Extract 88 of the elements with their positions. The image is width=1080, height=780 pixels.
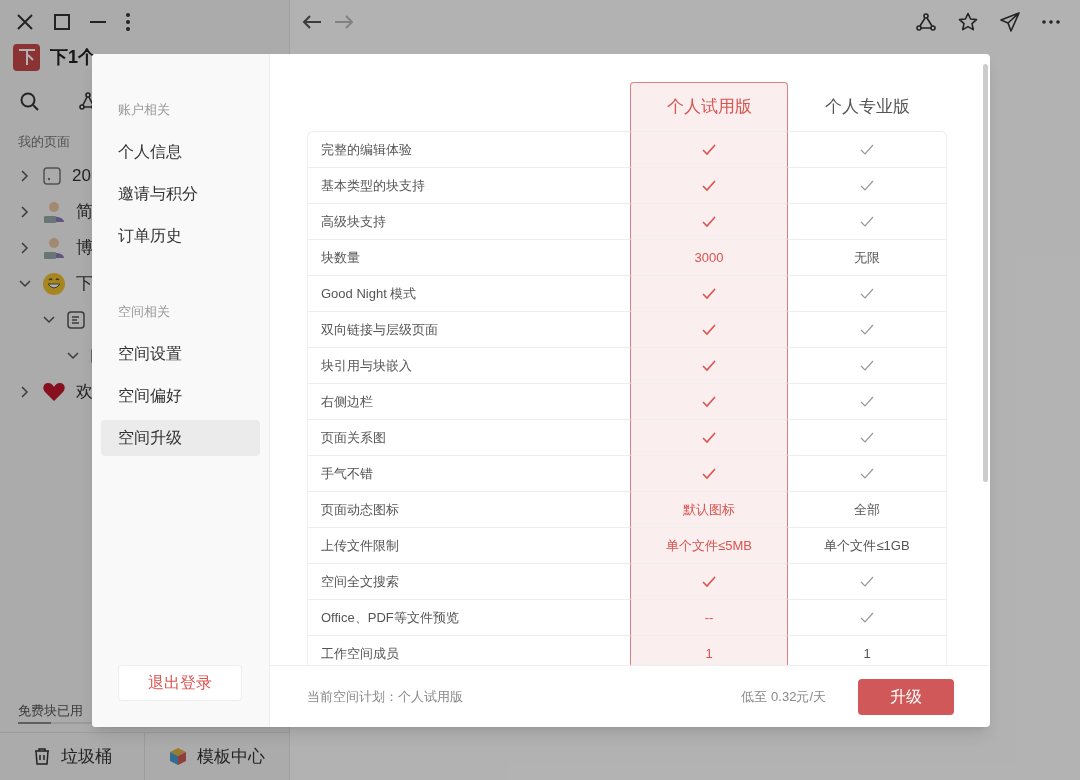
feature-cell: 空间全文搜索 (307, 563, 630, 599)
nav-item[interactable]: 邀请与积分 (101, 176, 260, 212)
feature-cell: 双向链接与层级页面 (307, 311, 630, 347)
cell-value: 单个文件≤5MB (666, 536, 752, 555)
send-icon[interactable] (1000, 12, 1020, 32)
feature-cell: 工作空间成员 (307, 635, 630, 665)
check-icon (702, 215, 716, 228)
check-icon (860, 143, 874, 156)
nav-group-title: 空间相关 (118, 303, 171, 321)
nav-item[interactable]: 空间设置 (101, 336, 260, 372)
check-icon (860, 467, 874, 480)
heart-icon (42, 380, 66, 404)
more-icon[interactable] (126, 13, 130, 31)
cell-value: -- (704, 608, 714, 627)
person-laptop-icon (42, 200, 66, 224)
document-icon (66, 310, 86, 330)
feature-cell: 基本类型的块支持 (307, 167, 630, 203)
check-icon (860, 359, 874, 372)
feature-cell: Office、PDF等文件预览 (307, 599, 630, 635)
check-icon (860, 575, 874, 588)
check-icon (702, 575, 716, 588)
feature-cell: 右侧边栏 (307, 383, 630, 419)
page-title[interactable]: 下 (76, 271, 93, 297)
page-title[interactable]: 简 (76, 199, 93, 225)
plan-header[interactable]: 个人试用版 (630, 82, 788, 131)
check-icon (860, 287, 874, 300)
cell-value: 单个文件≤1GB (824, 536, 910, 555)
cell-value: 1 (863, 644, 871, 663)
check-icon (702, 395, 716, 408)
grinning-face-icon (42, 272, 66, 296)
page-title[interactable]: 20 (72, 163, 91, 189)
search-icon[interactable] (20, 91, 39, 111)
check-icon (702, 467, 716, 480)
feature-cell: Good Night 模式 (307, 275, 630, 311)
check-icon (860, 179, 874, 192)
nav-item[interactable]: 空间偏好 (101, 378, 260, 414)
cell-value: 无限 (854, 248, 880, 267)
bottom-button[interactable]: 模板中心 (144, 733, 289, 780)
feature-cell: 块引用与块嵌入 (307, 347, 630, 383)
cell-value: 默认图标 (683, 500, 735, 519)
nav-item[interactable]: 订单历史 (101, 218, 260, 254)
feature-cell: 页面关系图 (307, 419, 630, 455)
person-laptop-icon (42, 236, 66, 260)
plan-header[interactable]: 个人专业版 (788, 82, 947, 131)
feature-cell: 手气不错 (307, 455, 630, 491)
usage-label: 免费块已用 (18, 701, 84, 720)
cell-value: 3000 (694, 248, 724, 267)
nav-item[interactable]: 空间升级 (101, 420, 260, 456)
back-arrow-icon[interactable] (302, 14, 322, 30)
close-icon[interactable] (16, 13, 34, 31)
feature-cell: 上传文件限制 (307, 527, 630, 563)
check-icon (702, 431, 716, 444)
nav-item[interactable]: 个人信息 (101, 134, 260, 170)
page-icon (42, 166, 62, 186)
page-title[interactable]: 欢 (76, 379, 93, 405)
upgrade-button[interactable]: 升级 (858, 678, 954, 715)
check-icon (860, 395, 874, 408)
trash-icon (32, 747, 51, 766)
graph-icon[interactable] (916, 13, 936, 31)
check-icon (702, 143, 716, 156)
section-label: 我的页面 (18, 133, 70, 151)
feature-cell: 块数量 (307, 239, 630, 275)
current-plan-text: 当前空间计划：个人试用版 (307, 687, 463, 706)
check-icon (702, 323, 716, 336)
scrollbar[interactable] (983, 64, 988, 482)
star-icon[interactable] (958, 12, 978, 32)
workspace-logo (13, 43, 40, 71)
check-icon (702, 287, 716, 300)
feature-cell: 页面动态图标 (307, 491, 630, 527)
page-title[interactable]: 博 (76, 235, 93, 261)
check-icon (860, 611, 874, 624)
check-icon (702, 179, 716, 192)
minimize-icon[interactable] (90, 20, 106, 24)
price-text: 低至 0.32元/天 (741, 687, 826, 706)
cell-value: 1 (705, 644, 713, 663)
logout-button[interactable]: 退出登录 (118, 665, 242, 701)
more-icon[interactable] (1042, 20, 1060, 24)
feature-cell: 高级块支持 (307, 203, 630, 239)
check-icon (860, 215, 874, 228)
check-icon (860, 323, 874, 336)
nav-group-title: 账户相关 (118, 101, 171, 119)
cube-icon (169, 747, 187, 766)
check-icon (860, 431, 874, 444)
check-icon (702, 359, 716, 372)
maximize-icon[interactable] (54, 14, 70, 30)
cell-value: 全部 (854, 500, 880, 519)
bottom-button[interactable]: 垃圾桶 (0, 733, 144, 780)
feature-cell: 完整的编辑体验 (307, 131, 630, 167)
